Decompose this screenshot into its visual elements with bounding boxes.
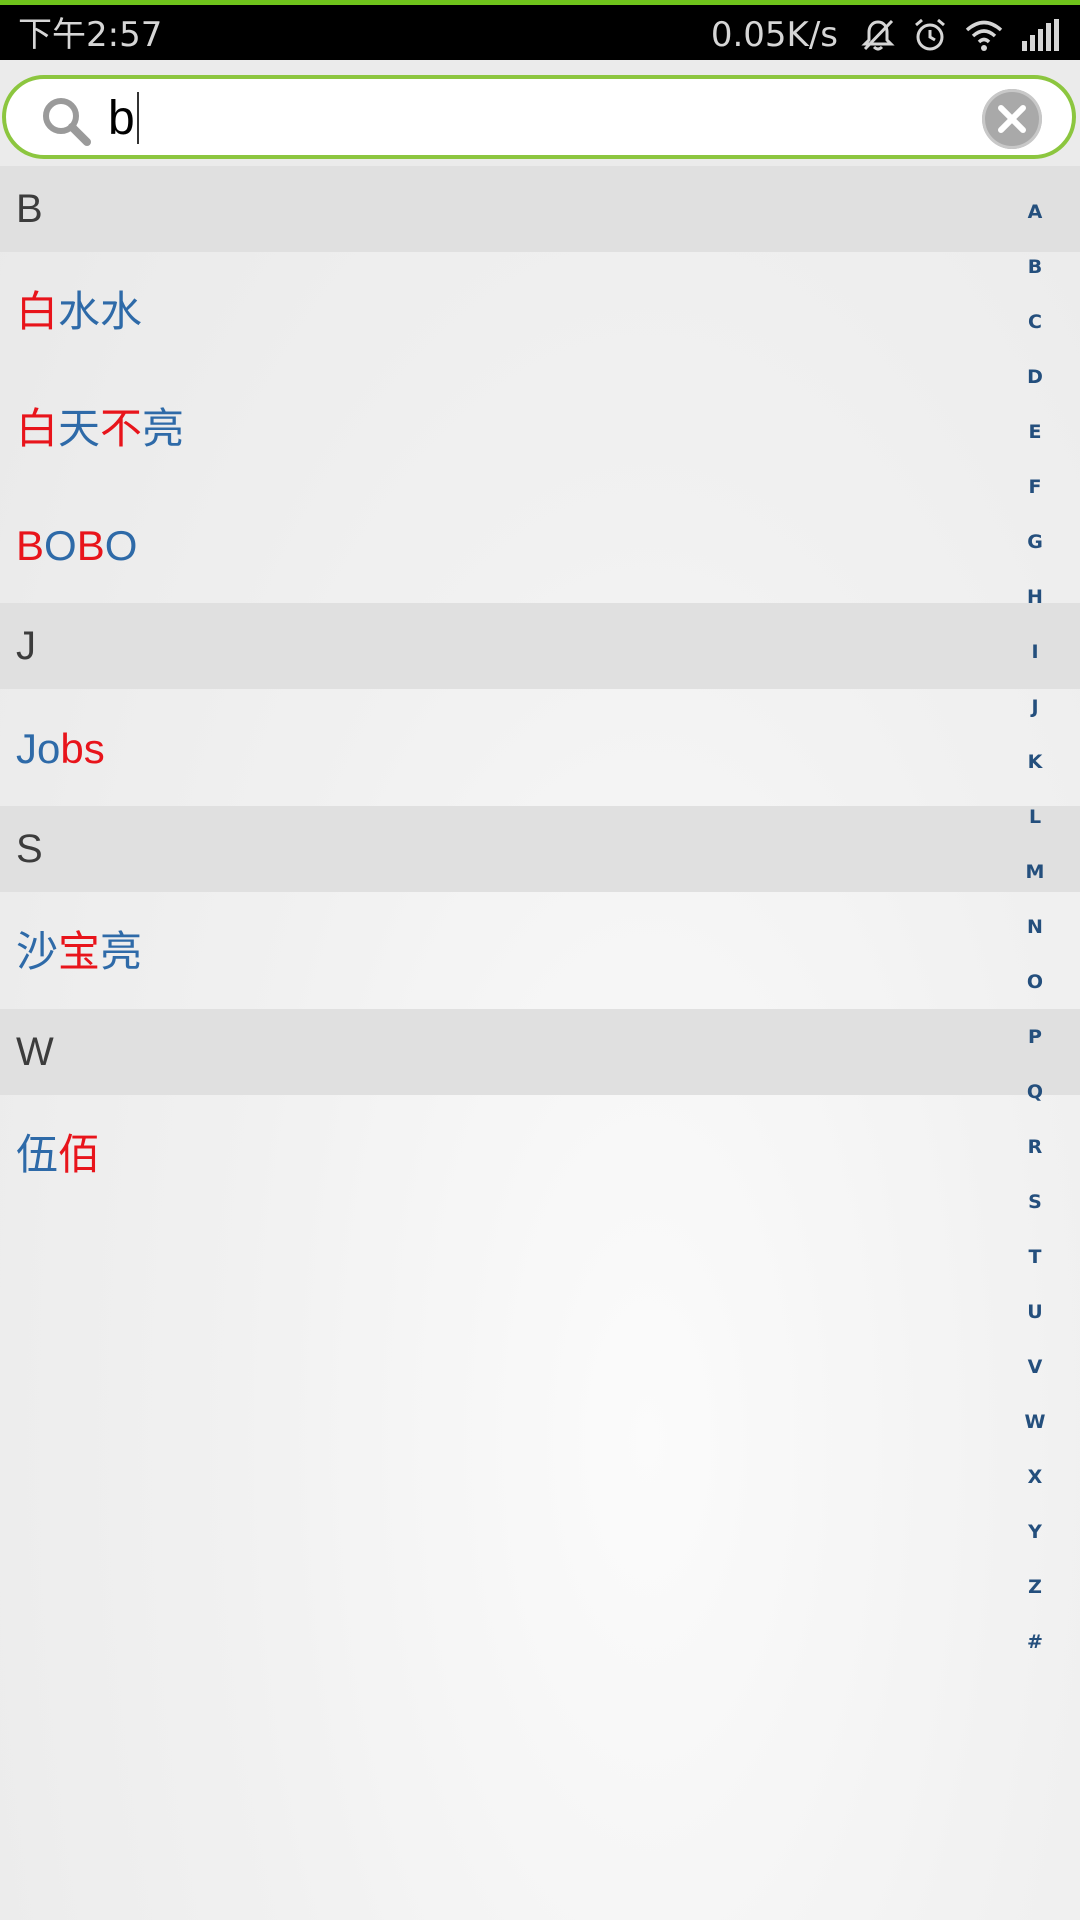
matched-char: 白 — [16, 405, 59, 452]
name-char: O — [44, 522, 77, 569]
name-char: 亮 — [142, 405, 185, 452]
matched-char: B — [16, 522, 45, 569]
name-char: o — [37, 725, 61, 772]
search-icon — [40, 95, 92, 151]
contact-row[interactable]: 白水水 — [0, 252, 1080, 369]
muted-bell-icon — [860, 17, 896, 53]
wifi-icon — [964, 18, 1004, 52]
name-char: 水 — [100, 288, 143, 335]
section-header: J — [0, 603, 1080, 689]
contact-name: BOBO — [16, 518, 137, 574]
name-char: J — [16, 725, 37, 772]
alphabet-index-bar[interactable]: A B C D E F G H I J K L M N O P Q R S T U V W X Y Z # — [990, 190, 1080, 1675]
section-header-label: B — [16, 187, 43, 231]
section-header-label: W — [16, 1030, 54, 1074]
contact-name: 沙宝亮 — [16, 924, 142, 980]
close-icon — [998, 105, 1026, 133]
contact-name: 伍佰 — [16, 1127, 100, 1183]
contact-row[interactable]: Jobs — [0, 689, 1080, 806]
contact-row[interactable]: 伍佰 — [0, 1095, 1080, 1212]
matched-char: b — [60, 725, 84, 772]
section-header: S — [0, 806, 1080, 892]
search-input[interactable]: b — [2, 75, 1076, 159]
name-char: 亮 — [100, 928, 143, 975]
section-header-label: S — [16, 827, 43, 871]
index-letter[interactable]: # — [990, 1610, 1080, 1675]
contact-name: 白天不亮 — [16, 401, 184, 457]
search-value: b — [108, 87, 139, 151]
contact-row[interactable]: 沙宝亮 — [0, 892, 1080, 1009]
status-right-group: 0.05K/s — [711, 11, 1060, 59]
clear-search-button[interactable] — [982, 89, 1042, 149]
name-char: 天 — [58, 405, 101, 452]
section-header: W — [0, 1009, 1080, 1095]
contact-name: 白水水 — [16, 284, 142, 340]
contact-name: Jobs — [16, 721, 105, 777]
signal-icon — [1020, 19, 1060, 51]
name-char: 伍 — [16, 1131, 59, 1178]
status-time: 下午2:57 — [18, 15, 163, 55]
alarm-icon — [912, 17, 948, 53]
name-char: 沙 — [16, 928, 59, 975]
contact-list: B 白水水 白天不亮 BOBO J Jobs S 沙宝亮 W 伍佰 — [0, 166, 1080, 1212]
matched-char: 宝 — [58, 928, 101, 975]
matched-char: 白 — [16, 288, 59, 335]
search-area: b — [0, 60, 1080, 166]
status-bar: 下午2:57 0.05K/s — [0, 0, 1080, 60]
contact-row[interactable]: BOBO — [0, 486, 1080, 603]
text-caret — [136, 92, 139, 145]
matched-char: 不 — [100, 405, 143, 452]
section-header: B — [0, 166, 1080, 252]
name-char: 水 — [58, 288, 101, 335]
network-speed: 0.05K/s — [710, 15, 838, 55]
name-char: O — [104, 522, 138, 569]
matched-char: s — [83, 725, 105, 772]
contact-row[interactable]: 白天不亮 — [0, 369, 1080, 486]
matched-char: B — [76, 522, 105, 569]
section-header-label: J — [16, 624, 36, 668]
matched-char: 佰 — [58, 1131, 101, 1178]
